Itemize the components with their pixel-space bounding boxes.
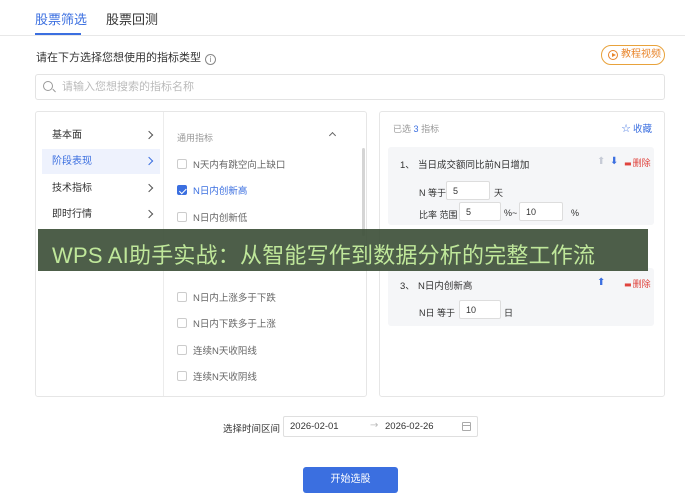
indicator-checkbox[interactable] <box>177 159 187 169</box>
calendar-icon[interactable] <box>462 422 471 431</box>
indicator-checkbox[interactable] <box>177 371 187 381</box>
chevron-up-icon[interactable] <box>328 131 337 140</box>
star-icon: ☆ <box>621 122 631 135</box>
selected-count-value: 3 <box>413 124 419 134</box>
info-icon[interactable]: i <box>205 54 216 65</box>
chevron-right-icon <box>144 183 154 193</box>
selected-suffix: 指标 <box>421 124 440 134</box>
tutorial-video-button[interactable]: 教程视频 <box>601 45 665 65</box>
param-n-input[interactable] <box>446 181 490 200</box>
category-fundamentals[interactable]: 基本面 <box>42 123 160 148</box>
indicator-label: N日内上涨多于下跌 <box>193 293 276 304</box>
selected-indicator-card: 1、 当日成交额同比前N日增加 ⬆ ⬇ ▬删除 N 等于 天 比率 范围 %~ … <box>388 147 654 225</box>
date-end[interactable]: 2026-02-26 <box>385 421 434 432</box>
indicator-item[interactable]: N日内创新低 <box>177 210 247 224</box>
category-realtime-quotes[interactable]: 即时行情 <box>42 202 160 227</box>
param-ratio-min-input[interactable] <box>459 202 501 221</box>
selected-count: 已选 3 指标 <box>393 122 439 135</box>
indicator-checkbox[interactable] <box>177 212 187 222</box>
move-down-icon[interactable]: ⬇ <box>610 156 618 167</box>
param-n-label: N日 等于 <box>419 308 456 318</box>
param-ratio-unit: % <box>571 208 580 218</box>
move-up-icon[interactable]: ⬆ <box>597 156 605 167</box>
date-range-picker[interactable]: 2026-02-01 → 2026-02-26 <box>283 416 478 437</box>
trash-icon: ▬ <box>624 159 632 168</box>
start-screening-button[interactable]: 开始选股 <box>303 467 398 493</box>
arrow-right-icon: → <box>370 420 379 431</box>
indicator-label: N日内下跌多于上涨 <box>193 319 276 330</box>
selected-indicator-card: 3、 N日内创新高 ⬆ ▬删除 N日 等于 日 <box>388 268 654 326</box>
card-title: N日内创新高 <box>418 281 473 292</box>
category-stage-performance[interactable]: 阶段表现 <box>42 149 160 174</box>
indicator-item[interactable]: 连续N天收阳线 <box>177 343 257 357</box>
indicator-label: N天内有跳空向上缺口 <box>193 160 286 171</box>
param-n-label: N 等于 <box>419 188 447 198</box>
indicator-search-box <box>35 74 665 100</box>
category-technical[interactable]: 技术指标 <box>42 176 160 201</box>
indicator-item[interactable]: N日内上涨多于下跌 <box>177 290 276 304</box>
search-icon <box>43 81 53 91</box>
banner-text: WPS AI助手实战：从智能写作到数据分析的完整工作流 <box>52 243 596 268</box>
indicator-item[interactable]: N天内有跳空向上缺口 <box>177 157 285 171</box>
indicator-checkbox[interactable] <box>177 185 187 195</box>
indicator-label: N日内创新高 <box>193 186 248 197</box>
favorite-label: 收藏 <box>632 124 652 135</box>
category-label: 技术指标 <box>52 183 92 194</box>
category-label: 基本面 <box>52 130 82 141</box>
category-label: 阶段表现 <box>52 156 92 167</box>
delete-label: 删除 <box>632 279 651 289</box>
param-ratio-max-input[interactable] <box>519 202 563 221</box>
chevron-right-icon <box>144 209 154 219</box>
delete-button[interactable]: ▬删除 <box>624 277 651 290</box>
card-title: 当日成交额同比前N日增加 <box>418 160 530 171</box>
indicator-checkbox[interactable] <box>177 318 187 328</box>
prompt-text: 请在下方选择您想使用的指标类型 <box>36 52 201 64</box>
param-n-unit: 天 <box>494 188 504 198</box>
param-ratio-separator: %~ <box>504 208 518 218</box>
chevron-right-icon <box>144 156 154 166</box>
selected-prefix: 已选 <box>393 124 412 134</box>
indicator-item[interactable]: N日内下跌多于上涨 <box>177 316 276 330</box>
indicator-group-header: 通用指标 <box>177 133 214 143</box>
indicator-label: 连续N天收阴线 <box>193 372 257 383</box>
indicator-item[interactable]: 连续N天收阴线 <box>177 369 257 383</box>
date-range-label: 选择时间区间 <box>223 424 281 435</box>
delete-label: 删除 <box>632 158 651 168</box>
favorite-button[interactable]: ☆ 收藏 <box>621 121 652 135</box>
param-n-unit: 日 <box>504 308 514 318</box>
delete-button[interactable]: ▬删除 <box>624 156 651 169</box>
tab-stock-screen[interactable]: 股票筛选 <box>35 9 87 28</box>
active-tab-indicator <box>35 33 81 35</box>
indicator-item[interactable]: N日内创新高 <box>177 183 247 197</box>
param-ratio-label: 比率 范围 <box>419 210 458 220</box>
chevron-right-icon <box>144 130 154 140</box>
card-number: 1、 <box>400 160 415 171</box>
play-icon <box>608 50 618 60</box>
indicator-label: N日内创新低 <box>193 213 248 224</box>
indicator-checkbox[interactable] <box>177 345 187 355</box>
move-up-icon[interactable]: ⬆ <box>597 277 605 288</box>
indicator-search-input[interactable] <box>62 78 652 96</box>
tab-bar: 股票筛选 股票回测 <box>0 0 685 36</box>
indicator-checkbox[interactable] <box>177 292 187 302</box>
date-start[interactable]: 2026-02-01 <box>290 421 339 432</box>
category-label: 即时行情 <box>52 209 92 220</box>
card-number: 3、 <box>400 281 415 292</box>
indicator-type-prompt: 请在下方选择您想使用的指标类型 i <box>36 49 216 65</box>
param-n-input[interactable] <box>459 300 501 319</box>
tutorial-video-label: 教程视频 <box>621 49 661 60</box>
tab-stock-backtest[interactable]: 股票回测 <box>106 9 158 28</box>
indicator-label: 连续N天收阳线 <box>193 346 257 357</box>
indicator-list-scrollbar[interactable] <box>362 148 365 236</box>
trash-icon: ▬ <box>624 280 632 289</box>
overlay-banner: WPS AI助手实战：从智能写作到数据分析的完整工作流 <box>38 229 648 271</box>
